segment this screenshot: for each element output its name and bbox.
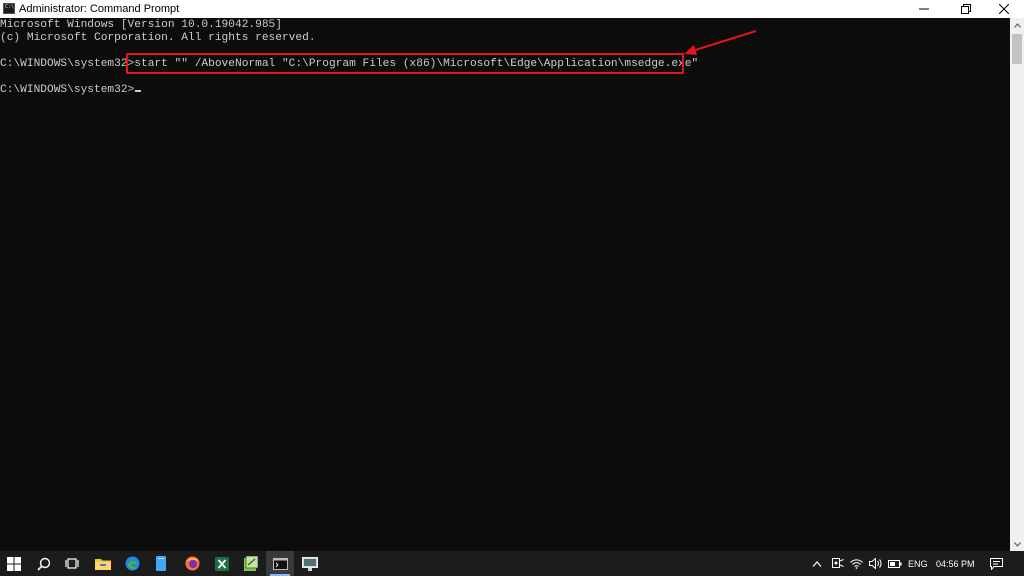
restore-icon	[961, 4, 971, 14]
scroll-down-button[interactable]	[1010, 537, 1024, 551]
red-arrow-annotation-icon	[684, 30, 757, 55]
windows-start-icon[interactable]	[0, 551, 28, 576]
chevron-up-icon	[812, 560, 822, 567]
console-prompt-line[interactable]: C:\WINDOWS\system32>	[0, 84, 142, 97]
console-output[interactable]: Microsoft Windows [Version 10.0.19042.98…	[0, 18, 1010, 551]
task-view-icon[interactable]	[58, 551, 86, 576]
command-prompt-icon[interactable]: C:\.	[3, 3, 18, 14]
taskbar: ENG 04:56 PM	[0, 551, 1024, 576]
edge-icon[interactable]	[118, 551, 146, 576]
firefox-icon[interactable]	[178, 551, 206, 576]
battery-icon[interactable]	[888, 551, 902, 576]
minimize-icon	[919, 8, 929, 10]
console-line: Microsoft Windows [Version 10.0.19042.98…	[0, 19, 282, 31]
app-icon-label: C:\.	[5, 4, 18, 10]
clock-time: 04:56 PM	[936, 558, 975, 569]
close-icon	[999, 4, 1009, 14]
excel-icon[interactable]	[208, 551, 236, 576]
file-explorer-icon[interactable]	[89, 551, 117, 576]
scroll-thumb[interactable]	[1012, 34, 1022, 64]
command-prompt-taskbar-icon[interactable]	[266, 551, 294, 576]
show-hidden-icons[interactable]	[812, 551, 822, 576]
scroll-up-button[interactable]	[1010, 18, 1024, 32]
restore-button[interactable]	[946, 0, 986, 18]
command-highlight-box	[126, 53, 684, 74]
text-cursor	[135, 90, 142, 92]
wifi-icon[interactable]	[850, 551, 863, 576]
command-prompt-window: C:\. Administrator: Command Prompt Micro…	[0, 0, 1024, 551]
input-language[interactable]: ENG	[908, 551, 928, 576]
volume-icon[interactable]	[869, 551, 882, 576]
clock[interactable]: 04:56 PM	[936, 551, 975, 576]
console-prompt: C:\WINDOWS\system32>	[0, 84, 135, 96]
language-label: ENG	[908, 558, 928, 569]
notepadpp-icon[interactable]	[237, 551, 265, 576]
vertical-scrollbar[interactable]	[1010, 18, 1024, 551]
notepad-icon[interactable]	[147, 551, 175, 576]
console-line: (c) Microsoft Corporation. All rights re…	[0, 32, 316, 44]
title-bar[interactable]: C:\. Administrator: Command Prompt	[0, 0, 1024, 18]
minimize-button[interactable]	[904, 0, 944, 18]
action-center-icon[interactable]	[990, 551, 1003, 576]
chevron-down-icon	[1013, 541, 1021, 547]
close-button[interactable]	[984, 0, 1024, 18]
meet-now-icon[interactable]	[832, 551, 844, 576]
window-title: Administrator: Command Prompt	[19, 3, 180, 15]
chevron-up-icon	[1013, 22, 1021, 28]
search-icon[interactable]	[30, 551, 58, 576]
remote-desktop-icon[interactable]	[296, 551, 324, 576]
